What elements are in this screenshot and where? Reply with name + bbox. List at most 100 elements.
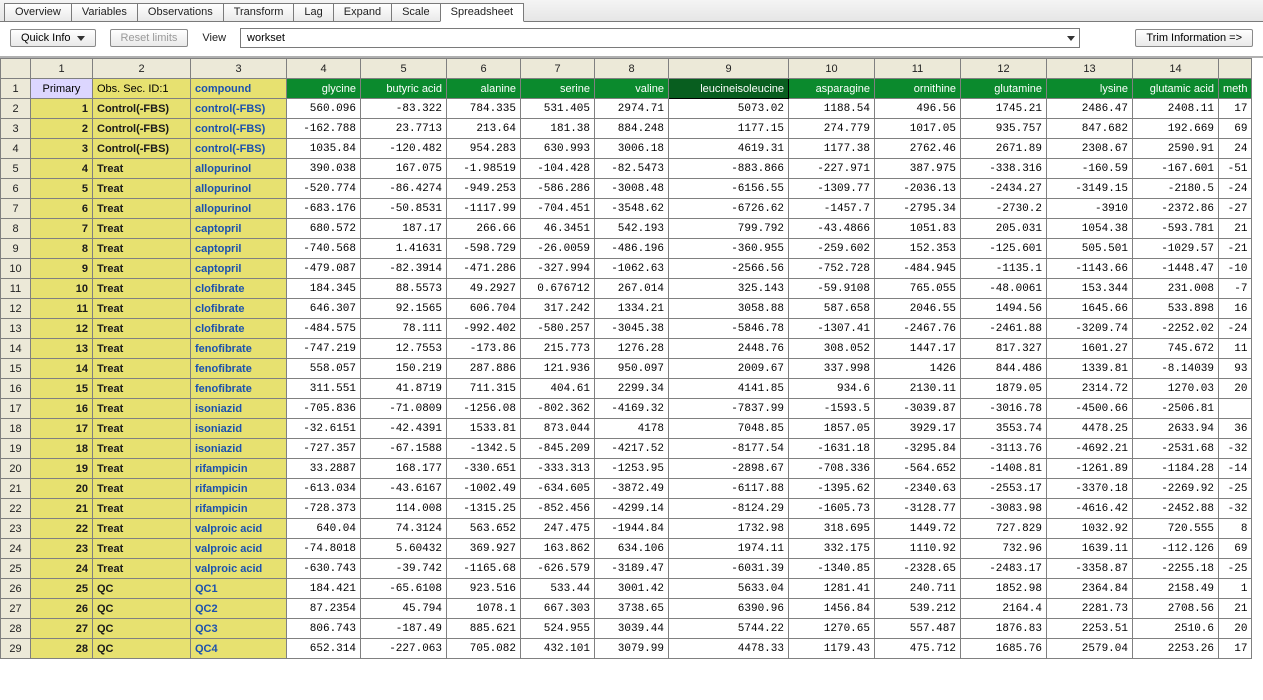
row-number[interactable]: 21: [1, 479, 31, 499]
cell-primary[interactable]: 19: [31, 459, 93, 479]
cell-primary[interactable]: 27: [31, 619, 93, 639]
cell-obs[interactable]: Treat: [93, 499, 191, 519]
cell-compound[interactable]: fenofibrate: [191, 379, 287, 399]
cell-value[interactable]: -1.98519: [447, 159, 521, 179]
cell-value[interactable]: 1494.56: [961, 299, 1047, 319]
cell-value[interactable]: -1593.5: [789, 399, 875, 419]
cell-value[interactable]: -59.9108: [789, 279, 875, 299]
cell-value[interactable]: 1639.11: [1047, 539, 1133, 559]
cell-value[interactable]: -1340.85: [789, 559, 875, 579]
col-number[interactable]: 4: [287, 59, 361, 79]
cell-value[interactable]: -5846.78: [669, 319, 789, 339]
cell-value[interactable]: -65.6108: [361, 579, 447, 599]
cell-value[interactable]: -626.579: [521, 559, 595, 579]
cell-compound[interactable]: isoniazid: [191, 399, 287, 419]
cell-value[interactable]: 74.3124: [361, 519, 447, 539]
row-number[interactable]: 22: [1, 499, 31, 519]
row-number[interactable]: 28: [1, 619, 31, 639]
row-number[interactable]: 12: [1, 299, 31, 319]
cell-obs[interactable]: Treat: [93, 319, 191, 339]
col-number[interactable]: 6: [447, 59, 521, 79]
cell-obs[interactable]: Treat: [93, 279, 191, 299]
cell-value[interactable]: 560.096: [287, 99, 361, 119]
cell-value[interactable]: 2164.4: [961, 599, 1047, 619]
reset-limits-button[interactable]: Reset limits: [110, 29, 189, 47]
row-number[interactable]: 23: [1, 519, 31, 539]
cell-value[interactable]: -3358.87: [1047, 559, 1133, 579]
cell-value[interactable]: -338.316: [961, 159, 1047, 179]
cell-value[interactable]: -39.742: [361, 559, 447, 579]
cell-value[interactable]: -82.3914: [361, 259, 447, 279]
cell-compound[interactable]: valproic acid: [191, 559, 287, 579]
cell-value[interactable]: 2671.89: [961, 139, 1047, 159]
cell-obs[interactable]: Treat: [93, 379, 191, 399]
cell-value[interactable]: -3113.76: [961, 439, 1047, 459]
cell-primary[interactable]: 4: [31, 159, 93, 179]
cell-value[interactable]: 634.106: [595, 539, 669, 559]
var-header[interactable]: asparagine: [789, 79, 875, 99]
cell-value[interactable]: -2483.17: [961, 559, 1047, 579]
cell-primary[interactable]: 1: [31, 99, 93, 119]
cell-value[interactable]: -187.49: [361, 619, 447, 639]
cell-primary[interactable]: 16: [31, 399, 93, 419]
cell-value[interactable]: 432.101: [521, 639, 595, 659]
cell-value[interactable]: -27: [1219, 199, 1252, 219]
cell-obs[interactable]: Treat: [93, 219, 191, 239]
col-number[interactable]: 10: [789, 59, 875, 79]
cell-compound[interactable]: QC1: [191, 579, 287, 599]
cell-value[interactable]: 533.44: [521, 579, 595, 599]
cell-obs[interactable]: Treat: [93, 519, 191, 539]
cell-obs[interactable]: Treat: [93, 359, 191, 379]
cell-value[interactable]: 2158.49: [1133, 579, 1219, 599]
cell-primary[interactable]: 5: [31, 179, 93, 199]
cell-obs[interactable]: Treat: [93, 419, 191, 439]
var-header[interactable]: alanine: [447, 79, 521, 99]
cell-value[interactable]: 884.248: [595, 119, 669, 139]
cell-value[interactable]: 1281.41: [789, 579, 875, 599]
cell-value[interactable]: [1219, 399, 1252, 419]
cell-value[interactable]: 1447.17: [875, 339, 961, 359]
cell-value[interactable]: -2269.92: [1133, 479, 1219, 499]
cell-value[interactable]: 1426: [875, 359, 961, 379]
var-header[interactable]: meth: [1219, 79, 1252, 99]
cell-value[interactable]: 5073.02: [669, 99, 789, 119]
cell-value[interactable]: 266.66: [447, 219, 521, 239]
cell-value[interactable]: 2009.67: [669, 359, 789, 379]
cell-value[interactable]: -1165.68: [447, 559, 521, 579]
cell-value[interactable]: -683.176: [287, 199, 361, 219]
row-number[interactable]: 9: [1, 239, 31, 259]
cell-value[interactable]: -484.575: [287, 319, 361, 339]
cell-value[interactable]: -708.336: [789, 459, 875, 479]
cell-value[interactable]: 2448.76: [669, 339, 789, 359]
cell-compound[interactable]: allopurinol: [191, 159, 287, 179]
row-number[interactable]: 5: [1, 159, 31, 179]
var-header[interactable]: valine: [595, 79, 669, 99]
cell-value[interactable]: -48.0061: [961, 279, 1047, 299]
col-number[interactable]: 2: [93, 59, 191, 79]
cell-value[interactable]: -484.945: [875, 259, 961, 279]
cell-value[interactable]: 1533.81: [447, 419, 521, 439]
row-number[interactable]: 2: [1, 99, 31, 119]
cell-value[interactable]: -3016.78: [961, 399, 1047, 419]
cell-compound[interactable]: clofibrate: [191, 299, 287, 319]
cell-value[interactable]: -634.605: [521, 479, 595, 499]
cell-value[interactable]: -167.601: [1133, 159, 1219, 179]
cell-value[interactable]: -1261.89: [1047, 459, 1133, 479]
cell-value[interactable]: 711.315: [447, 379, 521, 399]
cell-value[interactable]: 799.792: [669, 219, 789, 239]
cell-value[interactable]: -71.0809: [361, 399, 447, 419]
cell-value[interactable]: -747.219: [287, 339, 361, 359]
cell-value[interactable]: -852.456: [521, 499, 595, 519]
row-number[interactable]: 11: [1, 279, 31, 299]
cell-value[interactable]: -4500.66: [1047, 399, 1133, 419]
cell-value[interactable]: 806.743: [287, 619, 361, 639]
cell-value[interactable]: 3738.65: [595, 599, 669, 619]
cell-value[interactable]: -3039.87: [875, 399, 961, 419]
cell-value[interactable]: -24: [1219, 179, 1252, 199]
cell-value[interactable]: -6031.39: [669, 559, 789, 579]
cell-value[interactable]: -630.743: [287, 559, 361, 579]
cell-value[interactable]: 92.1565: [361, 299, 447, 319]
cell-value[interactable]: -705.836: [287, 399, 361, 419]
cell-compound[interactable]: clofibrate: [191, 319, 287, 339]
row-number[interactable]: 4: [1, 139, 31, 159]
